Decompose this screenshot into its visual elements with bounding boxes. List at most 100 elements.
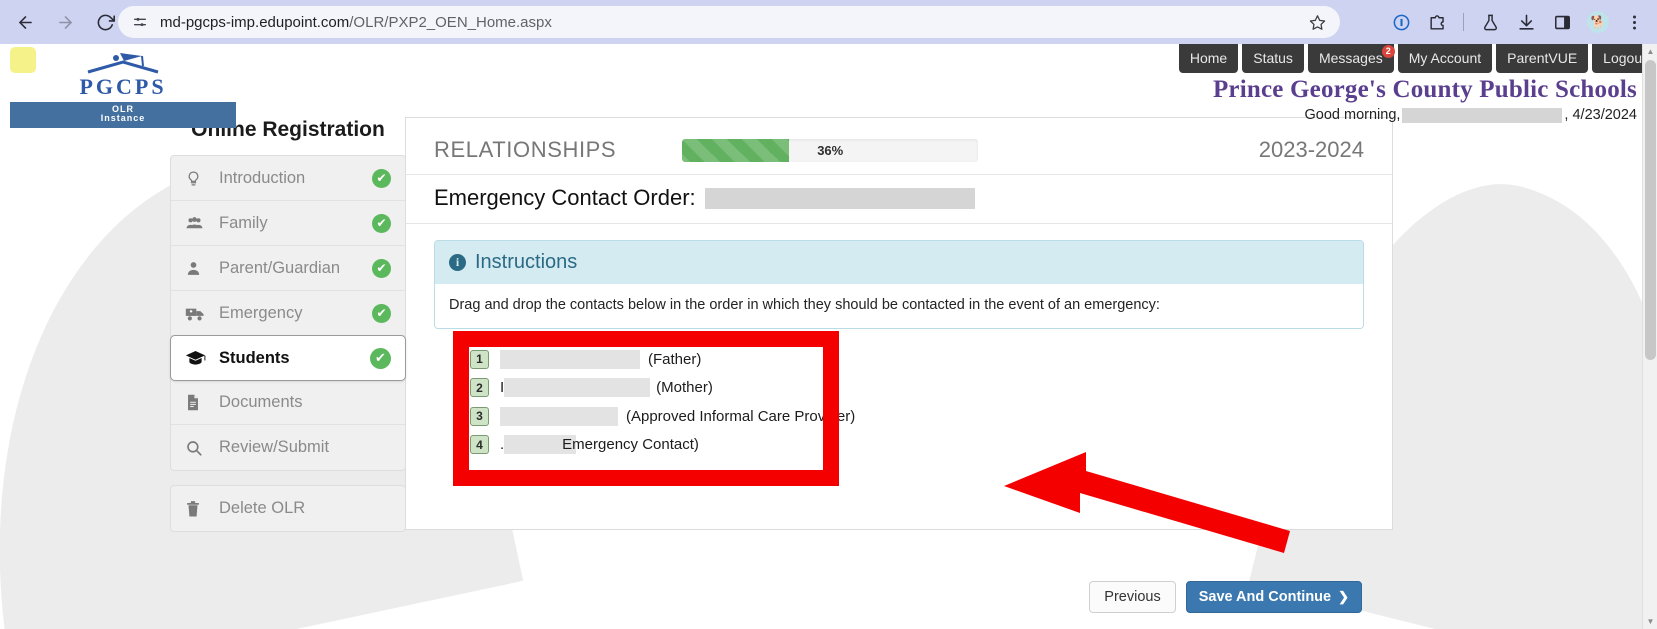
three-dot-menu-icon[interactable] — [1619, 7, 1649, 37]
yellow-highlight-square — [10, 47, 36, 73]
topnav-item-my-account[interactable]: My Account — [1397, 44, 1493, 73]
panel-header: RELATIONSHIPS 36% 2023-2024 — [406, 118, 1392, 168]
downloads-icon[interactable] — [1511, 7, 1541, 37]
url-domain: md-pgcps-imp.edupoint.com — [160, 13, 350, 31]
topnav-label: Logout — [1603, 50, 1646, 66]
school-year-label: 2023-2024 — [1258, 137, 1364, 162]
back-arrow-icon[interactable] — [8, 5, 42, 39]
sidebar-item-review-submit[interactable]: Review/Submit — [171, 425, 405, 470]
contact-list-item[interactable]: 1 (Father) — [470, 345, 1430, 374]
contact-order-badge: 2 — [470, 378, 489, 398]
contact-relationship: (Father) — [648, 350, 702, 368]
extensions-puzzle-icon[interactable] — [1422, 7, 1452, 37]
sidebar-nav-group-delete: Delete OLR — [170, 485, 406, 532]
sidebar-item-label: Introduction — [219, 168, 306, 187]
instructions-header: i Instructions — [435, 241, 1363, 284]
reload-icon[interactable] — [88, 5, 122, 39]
contact-name-redacted — [500, 349, 640, 369]
scroll-up-arrow-icon[interactable]: ▲ — [1643, 44, 1657, 59]
document-icon — [185, 394, 213, 411]
form-button-row: Previous Save And Continue ❯ — [1089, 581, 1362, 613]
sidebar: Online Registration Introduction ✔ Famil… — [170, 118, 406, 546]
sidebar-item-emergency[interactable]: Emergency ✔ — [171, 291, 405, 336]
check-circle-icon: ✔ — [372, 168, 391, 188]
progress-percent-label: 36% — [817, 142, 844, 158]
contact-list-item[interactable]: 2 I (Mother) — [470, 374, 1430, 403]
toolbar-divider — [1463, 13, 1464, 31]
sidebar-item-label: Family — [219, 213, 268, 232]
topnav-label: Home — [1189, 50, 1228, 66]
emergency-contact-draggable-list[interactable]: 1 (Father) 2 I (Mother) 3 (Approved Info… — [470, 345, 1430, 459]
browser-toolbar: md-pgcps-imp.edupoint.com/OLR/PXP2_OEN_H… — [0, 0, 1657, 44]
check-circle-icon: ✔ — [372, 303, 391, 323]
logo-instance-bar: OLR Instance — [10, 102, 236, 128]
district-name: Prince George's County Public Schools — [1212, 76, 1637, 103]
contact-order-badge: 3 — [470, 406, 489, 426]
contact-relationship: Emergency Contact) — [562, 436, 699, 454]
lightbulb-icon — [185, 170, 213, 187]
sidebar-item-documents[interactable]: Documents — [171, 380, 405, 425]
topnav-item-parentvue[interactable]: ParentVUE — [1496, 44, 1589, 73]
sidebar-item-parent-guardian[interactable]: Parent/Guardian ✔ — [171, 246, 405, 291]
greeting-name-redacted — [1402, 107, 1563, 123]
logo-bar-line2: Instance — [100, 113, 146, 124]
sidebar-item-label: Emergency — [219, 303, 303, 322]
sidebar-item-students[interactable]: Students ✔ — [170, 335, 406, 381]
contact-relationship: (Approved Informal Care Provider) — [626, 407, 856, 425]
lab-flask-icon[interactable] — [1475, 7, 1505, 37]
sidebar-item-label: Documents — [219, 392, 303, 411]
greeting-suffix: , 4/23/2024 — [1564, 107, 1637, 123]
save-and-continue-button[interactable]: Save And Continue ❯ — [1185, 581, 1362, 613]
side-panel-icon[interactable] — [1547, 7, 1577, 37]
forward-arrow-icon[interactable] — [48, 5, 82, 39]
star-icon[interactable] — [1309, 14, 1326, 31]
sidebar-item-label: Review/Submit — [219, 438, 330, 456]
topnav-item-status[interactable]: Status — [1242, 44, 1304, 73]
browser-tool-icons: 🐕 — [1386, 0, 1649, 44]
topnav-label: My Account — [1408, 50, 1482, 66]
page-scrollbar[interactable]: ▲ ▼ — [1642, 44, 1657, 629]
magnifier-icon — [185, 439, 213, 457]
people-group-icon — [185, 214, 213, 233]
sidebar-item-delete-olr[interactable]: Delete OLR — [171, 486, 405, 531]
topnav-item-home[interactable]: Home — [1178, 44, 1239, 73]
contact-list-item[interactable]: 3 (Approved Informal Care Provider) — [470, 402, 1430, 431]
emergency-contact-order-row: Emergency Contact Order: — [406, 174, 1392, 224]
topnav-item-messages[interactable]: Messages 2 — [1307, 44, 1395, 73]
instructions-body: Drag and drop the contacts below in the … — [435, 284, 1363, 328]
greeting-prefix: Good morning, — [1304, 107, 1401, 123]
district-header: Prince George's County Public Schools Go… — [1213, 76, 1637, 123]
sidebar-item-family[interactable]: Family ✔ — [171, 201, 405, 246]
messages-badge: 2 — [1381, 45, 1395, 58]
site-settings-icon[interactable] — [132, 14, 148, 30]
contact-relationship: (Mother) — [656, 379, 713, 397]
trash-icon — [185, 500, 213, 518]
scrollbar-thumb[interactable] — [1645, 60, 1656, 360]
profile-avatar-icon[interactable]: 🐕 — [1583, 7, 1613, 37]
check-circle-icon: ✔ — [372, 258, 391, 278]
logo-text: PGCPS — [79, 74, 167, 99]
person-icon — [185, 260, 213, 277]
sidebar-nav-group-main: Introduction ✔ Family ✔ Parent/Guardian … — [170, 155, 406, 471]
url-text: md-pgcps-imp.edupoint.com/OLR/PXP2_OEN_H… — [160, 14, 552, 31]
progress-bar: 36% — [682, 138, 979, 162]
sidebar-item-label: Parent/Guardian — [219, 258, 341, 277]
page-title: RELATIONSHIPS — [434, 137, 617, 162]
previous-button[interactable]: Previous — [1089, 581, 1176, 613]
graduation-cap-icon — [185, 349, 213, 367]
app-top-navigation: Home Status Messages 2 My Account Parent… — [1178, 44, 1657, 74]
ambulance-icon — [185, 304, 213, 323]
emergency-contact-order-value-redacted — [704, 187, 975, 209]
sidebar-item-label: Students — [219, 348, 290, 367]
district-logo[interactable]: PGCPS OLR Instance — [10, 47, 236, 128]
scroll-down-arrow-icon[interactable]: ▼ — [1643, 614, 1657, 629]
check-circle-icon: ✔ — [372, 213, 391, 233]
address-bar[interactable]: md-pgcps-imp.edupoint.com/OLR/PXP2_OEN_H… — [118, 6, 1340, 38]
url-path: /OLR/PXP2_OEN_Home.aspx — [349, 13, 552, 31]
sidebar-item-introduction[interactable]: Introduction ✔ — [171, 156, 405, 201]
contact-order-badge: 4 — [470, 435, 489, 455]
contact-name-redacted — [500, 406, 618, 426]
topnav-label: Messages — [1318, 50, 1383, 66]
info-circle-icon[interactable] — [1386, 7, 1416, 37]
contact-order-badge: 1 — [470, 349, 489, 369]
